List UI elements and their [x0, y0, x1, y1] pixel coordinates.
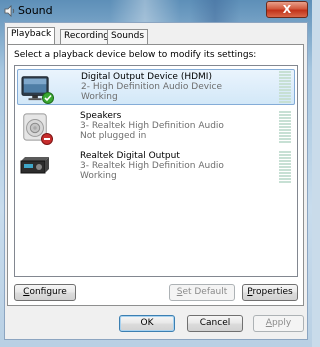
configure-label: onfigure [29, 287, 67, 297]
device-row-speakers[interactable]: Speakers 3- Realtek High Definition Audi… [17, 109, 295, 145]
default-check-badge [42, 92, 54, 104]
receiver-icon [20, 157, 49, 174]
device-driver: 2- High Definition Audio Device [81, 82, 223, 92]
properties-button[interactable]: Properties [242, 284, 298, 301]
tab-sounds[interactable]: Sounds [107, 29, 149, 44]
device-driver: 3- Realtek High Definition Audio [80, 121, 224, 131]
cancel-label: Cancel [199, 318, 231, 328]
device-status: Working [81, 92, 118, 102]
configure-button[interactable]: Configure [14, 284, 76, 301]
cancel-button[interactable]: Cancel [187, 315, 243, 332]
device-status: Working [80, 171, 117, 181]
device-row-digital-output[interactable]: Realtek Digital Output 3- Realtek High D… [17, 149, 295, 185]
device-name: Realtek Digital Output [80, 151, 180, 161]
device-status: Not plugged in [80, 131, 147, 141]
level-meter [279, 71, 291, 104]
level-meter [279, 111, 291, 144]
title-bar[interactable]: Sound X [0, 0, 312, 22]
set-default-label: et Default [182, 287, 228, 297]
device-name: Speakers [80, 111, 122, 121]
close-icon: X [282, 3, 292, 16]
ok-label: OK [140, 318, 154, 328]
apply-label: pply [271, 318, 292, 328]
tab-sounds-label: Sounds [111, 31, 145, 41]
title-bar-decoration [190, 0, 240, 22]
level-meter [279, 151, 291, 184]
apply-button[interactable]: Apply [253, 315, 304, 332]
tab-recording[interactable]: Recording [60, 29, 114, 44]
ok-button[interactable]: OK [119, 315, 175, 332]
unplugged-badge [41, 133, 53, 145]
speaker-system-icon[interactable] [4, 5, 16, 17]
title-bar-decoration [110, 0, 180, 22]
window-title: Sound [18, 4, 53, 17]
device-driver: 3- Realtek High Definition Audio [80, 161, 224, 171]
device-row-hdmi[interactable]: Digital Output Device (HDMI) 2- High Def… [17, 69, 295, 105]
tab-recording-label: Recording [64, 31, 110, 41]
tab-playback[interactable]: Playback [7, 27, 56, 44]
close-button[interactable]: X [266, 1, 308, 18]
device-name: Digital Output Device (HDMI) [81, 72, 212, 82]
set-default-button[interactable]: Set Default [169, 284, 235, 301]
instruction-text: Select a playback device below to modify… [14, 50, 257, 60]
properties-label: roperties [252, 287, 293, 297]
tab-playback-label: Playback [11, 29, 52, 39]
